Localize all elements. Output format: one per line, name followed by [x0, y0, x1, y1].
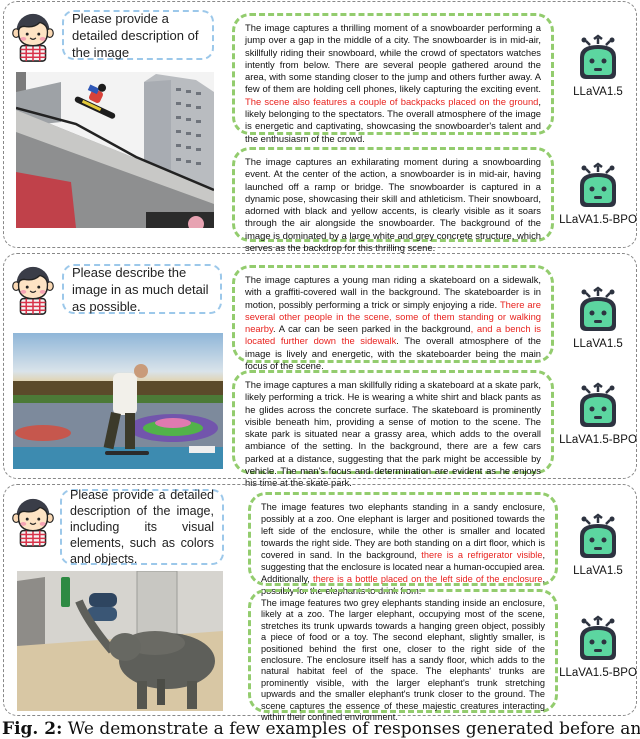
model-improved: LLaVA1.5-BPO [558, 160, 638, 226]
example-image-skateboarder [13, 333, 223, 469]
response-improved: The image captures an exhilarating momen… [232, 147, 554, 253]
response-baseline: The image features two elephants standin… [248, 492, 558, 596]
response-text: The image captures a man skillfully ridi… [245, 379, 541, 489]
user-prompt-bubble: Please provide a detailed description of… [62, 10, 214, 60]
robot-icon [578, 162, 618, 209]
hallucinated-text: there is a bottle placed on the left sid… [313, 574, 543, 584]
model-label: LLaVA1.5 [573, 338, 623, 350]
robot-icon [578, 513, 618, 560]
response-text: The image captures an exhilarating momen… [245, 156, 541, 254]
response-text: The image captures a thrilling moment of… [245, 22, 541, 95]
model-improved: LLaVA1.5-BPO [558, 613, 638, 679]
example-image-snowboarder [16, 72, 214, 228]
model-label: LLaVA1.5-BPO [559, 434, 637, 446]
model-baseline: LLaVA1.5 [558, 32, 638, 98]
model-label: LLaVA1.5 [573, 565, 623, 577]
user-prompt-bubble: Please provide a detailed description of… [60, 488, 224, 566]
robot-icon [578, 34, 618, 81]
caption-text: We demonstrate a few examples of respons… [67, 719, 640, 739]
robot-icon [578, 286, 618, 333]
user-avatar-icon [11, 13, 55, 62]
robot-icon [578, 615, 618, 662]
user-avatar-icon [11, 266, 55, 315]
hallucinated-text: The scene also features a couple of back… [245, 95, 539, 107]
user-prompt-bubble: Please describe the image in as much det… [62, 264, 222, 314]
response-baseline: The image captures a thrilling moment of… [232, 13, 554, 144]
user-prompt-text: Please provide a detailed description of… [70, 488, 214, 566]
model-baseline: LLaVA1.5 [558, 284, 638, 350]
model-improved: LLaVA1.5-BPO [558, 380, 638, 446]
model-baseline: LLaVA1.5 [558, 511, 638, 577]
hallucinated-text: there is a refrigerator visible [421, 550, 543, 560]
model-label: LLaVA1.5-BPO [559, 214, 637, 226]
response-text: . A car can be seen parked in the backgr… [272, 323, 471, 335]
response-improved: The image captures a man skillfully ridi… [232, 370, 554, 488]
robot-icon [578, 382, 618, 429]
figure-caption: Fig. 2: We demonstrate a few examples of… [2, 719, 640, 739]
model-label: LLaVA1.5-BPO [559, 667, 637, 679]
response-text: The image features two grey elephants st… [261, 598, 545, 723]
user-prompt-text: Please provide a detailed description of… [72, 10, 199, 60]
caption-label: Fig. 2: [2, 719, 63, 739]
user-prompt-text: Please describe the image in as much det… [72, 264, 209, 314]
user-avatar-icon [11, 498, 55, 547]
response-baseline: The image captures a young man riding a … [232, 265, 554, 371]
response-text: The image captures a young man riding a … [245, 274, 541, 310]
model-label: LLaVA1.5 [573, 86, 623, 98]
response-improved: The image features two grey elephants st… [248, 589, 558, 722]
example-image-elephants [17, 571, 223, 711]
